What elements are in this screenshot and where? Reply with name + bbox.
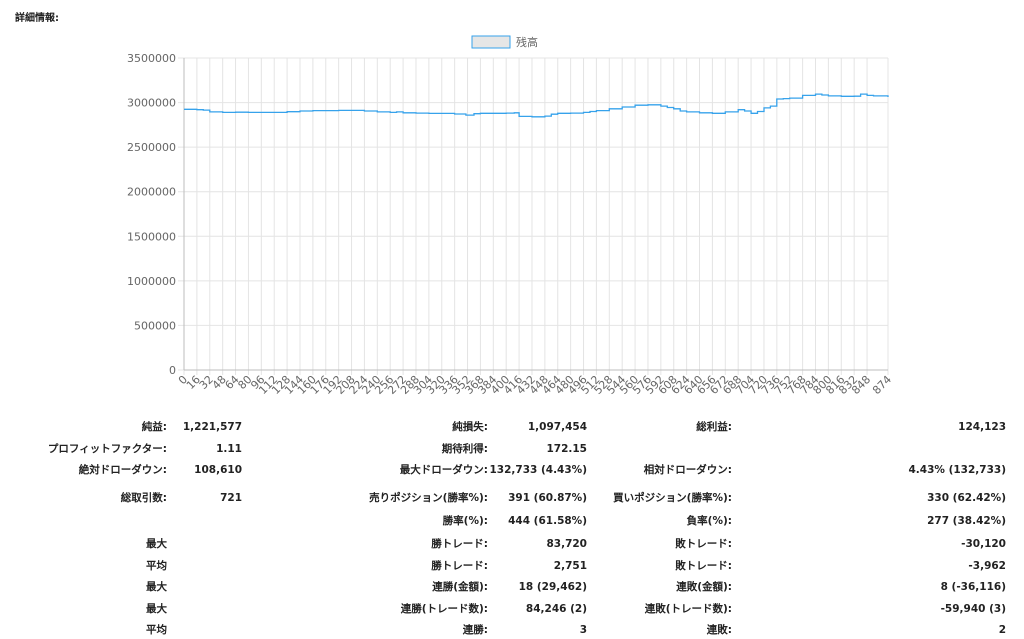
avg-loss-trade-value: -3,962 [968, 560, 1006, 572]
max-drawdown-value: 132,733 (4.43%) [489, 464, 587, 476]
avg-consecutive-label: 平均 [146, 624, 167, 636]
balance-series-line [184, 93, 889, 118]
long-positions-value: 330 (62.42%) [927, 492, 1006, 504]
gross-loss-value: 1,097,454 [527, 421, 587, 433]
expected-payoff-value: 172.15 [546, 443, 587, 455]
legend-label[interactable]: 残高 [516, 35, 538, 49]
long-positions-label: 買いポジション(勝率%): [613, 492, 732, 504]
chart-series [184, 93, 889, 118]
y-tick-label: 1000000 [127, 275, 176, 288]
max-loss-trade-value: -30,120 [961, 538, 1006, 550]
y-tick-label: 2500000 [127, 141, 176, 154]
chart-legend[interactable]: 残高 [471, 35, 538, 49]
relative-drawdown-value: 4.43% (132,733) [908, 464, 1006, 476]
max-trade-label: 最大 [146, 538, 167, 550]
avg-win-trade-value: 2,751 [553, 560, 587, 572]
consecutive-wins-amount-label: 連勝(金額): [432, 581, 488, 593]
net-profit-label: 純益: [141, 421, 167, 433]
total-trades-value: 721 [220, 492, 242, 504]
avg-consecutive-losses-value: 2 [998, 624, 1006, 636]
consecutive-wins-amount-value: 18 (29,462) [518, 581, 587, 593]
absolute-drawdown-label: 絶対ドローダウン: [78, 464, 167, 476]
avg-consecutive-wins-value: 3 [579, 624, 587, 636]
max-consecutive-amount-label: 最大 [146, 581, 167, 593]
max-win-trade-value: 83,720 [546, 538, 587, 550]
max-drawdown-label: 最大ドローダウン: [399, 464, 488, 476]
avg-loss-trade-label: 敗トレード: [675, 560, 732, 572]
absolute-drawdown-value: 108,610 [194, 464, 242, 476]
short-positions-value: 391 (60.87%) [508, 492, 587, 504]
balance-chart: 0 500000 1000000 1500000 2000000 2500000 30000… [127, 35, 894, 397]
chart-axes: 0 500000 1000000 1500000 2000000 2500000 30000… [127, 52, 894, 397]
profit-factor-value: 1.11 [216, 443, 242, 455]
consecutive-losses-count-value: -59,940 (3) [940, 603, 1006, 615]
max-consecutive-count-label: 最大 [146, 603, 167, 615]
legend-swatch[interactable] [471, 35, 511, 49]
avg-win-trade-label: 勝トレード: [431, 560, 488, 572]
gross-loss-label: 純損失: [452, 421, 488, 433]
y-tick-label: 0 [169, 364, 176, 377]
win-rate-value: 444 (61.58%) [508, 515, 587, 527]
y-tick-label: 1500000 [127, 230, 176, 243]
max-win-trade-label: 勝トレード: [431, 538, 488, 550]
avg-consecutive-wins-label: 連勝: [462, 624, 488, 636]
total-trades-label: 総取引数: [120, 492, 167, 504]
consecutive-losses-amount-label: 連敗(金額): [676, 581, 732, 593]
y-tick-label: 500000 [134, 319, 176, 332]
avg-consecutive-losses-label: 連敗: [706, 624, 732, 636]
y-tick-label: 3000000 [127, 97, 176, 110]
max-loss-trade-label: 敗トレード: [675, 538, 732, 550]
expected-payoff-label: 期待利得: [441, 443, 488, 455]
y-tick-label: 2000000 [127, 186, 176, 199]
net-profit-value: 1,221,577 [182, 421, 242, 433]
total-profit-value: 124,123 [958, 421, 1006, 433]
x-tick-label: 874 [870, 373, 894, 397]
short-positions-label: 売りポジション(勝率%): [369, 492, 488, 504]
relative-drawdown-label: 相対ドローダウン: [643, 464, 732, 476]
loss-rate-value: 277 (38.42%) [927, 515, 1006, 527]
loss-rate-label: 負率(%): [686, 515, 732, 527]
consecutive-wins-count-value: 84,246 (2) [525, 603, 587, 615]
y-tick-label: 3500000 [127, 52, 176, 65]
consecutive-wins-count-label: 連勝(トレード数): [400, 603, 488, 615]
consecutive-losses-count-label: 連敗(トレード数): [644, 603, 732, 615]
win-rate-label: 勝率(%): [442, 515, 488, 527]
profit-factor-label: プロフィットファクター: [47, 443, 167, 455]
total-profit-label: 総利益: [696, 421, 732, 433]
avg-trade-label: 平均 [146, 560, 167, 572]
chart-grid [178, 57, 889, 375]
consecutive-losses-amount-value: 8 (-36,116) [940, 581, 1006, 593]
